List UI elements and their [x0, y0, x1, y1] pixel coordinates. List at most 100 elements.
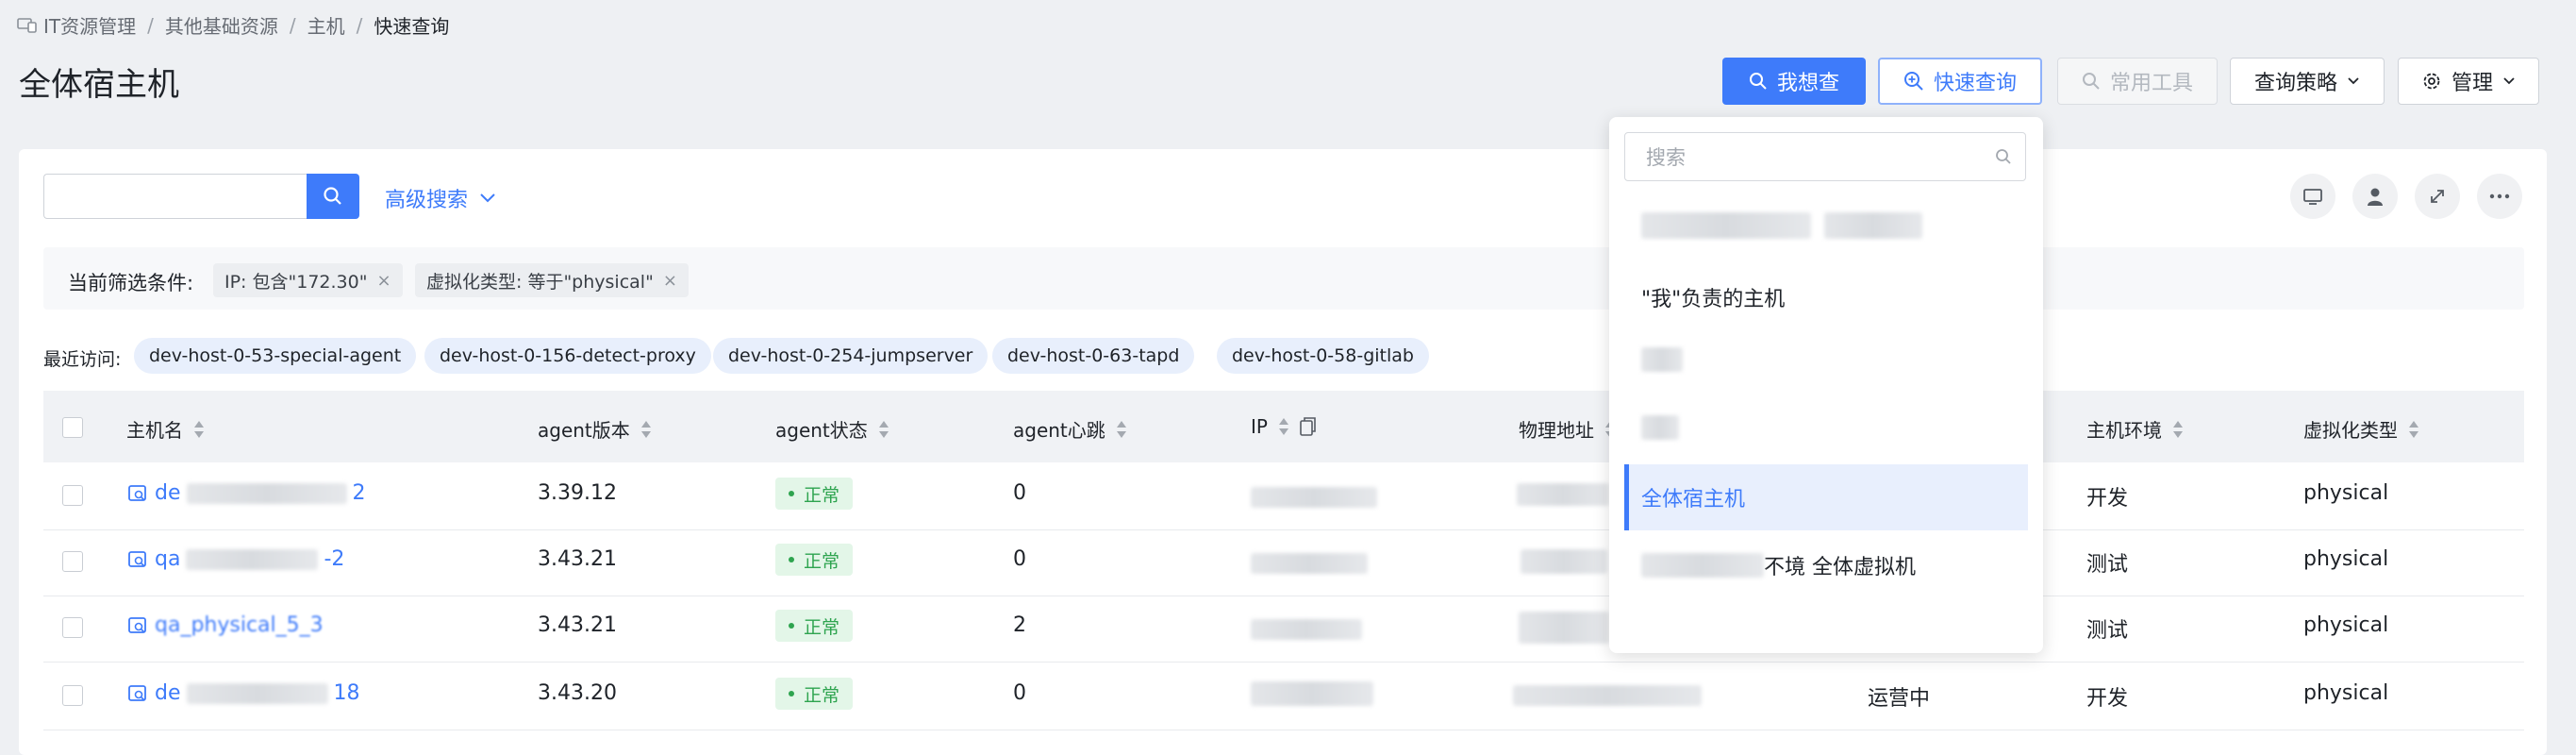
row-checkbox[interactable]	[62, 551, 83, 572]
breadcrumb-item-other[interactable]: 其他基础资源	[165, 11, 278, 39]
monitor-icon	[2303, 189, 2322, 205]
sort-icon[interactable]	[878, 419, 889, 440]
column-header-ip[interactable]: IP	[1251, 415, 1317, 438]
redacted-text	[1824, 212, 1922, 239]
sort-icon[interactable]	[194, 419, 204, 440]
column-label: agent版本	[538, 419, 630, 442]
it-resource-icon	[17, 17, 37, 33]
dropdown-search-input[interactable]: 搜索	[1624, 132, 2026, 181]
column-header-virt-type[interactable]: 虚拟化类型	[2303, 415, 2418, 443]
column-label: 主机环境	[2086, 419, 2162, 442]
hostname-text: qa_physical_5_3	[155, 613, 324, 637]
recent-item[interactable]: dev-host-0-63-tapd	[992, 338, 1195, 374]
select-all-checkbox[interactable]	[62, 417, 83, 438]
search-icon	[1996, 149, 2011, 164]
dropdown-item-my-hosts[interactable]: "我"负责的主机	[1624, 264, 2028, 330]
sort-icon[interactable]	[640, 419, 651, 440]
common-tools-button[interactable]: 常用工具	[2057, 58, 2218, 105]
agent-heartbeat: 2	[1013, 613, 1026, 637]
redacted-ip	[1251, 553, 1368, 574]
breadcrumb-item-host[interactable]: 主机	[307, 11, 345, 39]
hostname-link[interactable]: de 18	[126, 681, 360, 705]
host-env: 开发	[2086, 487, 2129, 511]
sort-icon[interactable]	[2173, 419, 2183, 440]
i-want-query-button[interactable]: 我想查	[1722, 58, 1866, 105]
more-button[interactable]	[2477, 174, 2522, 219]
column-header-physical-address[interactable]: 物理地址	[1519, 415, 1615, 443]
agent-version: 3.39.12	[538, 481, 617, 505]
agent-heartbeat: 0	[1013, 681, 1026, 705]
breadcrumb-separator: /	[289, 13, 296, 37]
manage-button[interactable]: 管理	[2398, 58, 2539, 105]
breadcrumb-current: 快速查询	[374, 15, 450, 38]
user-icon	[2368, 188, 2383, 206]
chevron-down-icon	[2348, 77, 2359, 85]
hostname-text: qa	[155, 547, 181, 571]
fullscreen-button[interactable]	[2415, 174, 2460, 219]
chevron-down-icon	[480, 193, 495, 203]
breadcrumb-item-it[interactable]: IT资源管理	[43, 11, 136, 39]
row-checkbox[interactable]	[62, 617, 83, 638]
dropdown-item-all-vms[interactable]: 不境 全体虚拟机	[1624, 532, 2028, 598]
recent-item[interactable]: dev-host-0-254-jumpserver	[713, 338, 989, 374]
redacted-text	[1641, 212, 1811, 239]
redacted-text	[186, 682, 328, 704]
redacted-text	[1641, 347, 1683, 372]
quick-query-button[interactable]: 快速查询	[1878, 58, 2042, 105]
host-icon	[128, 684, 146, 701]
status-dot	[789, 623, 794, 629]
host-env: 开发	[2086, 687, 2129, 711]
close-icon[interactable]: ×	[663, 271, 677, 291]
hostname-link[interactable]: qa_physical_5_3	[126, 613, 324, 637]
filter-chip-label: 虚拟化类型: 等于"physical"	[426, 271, 654, 293]
dropdown-search-placeholder: 搜索	[1646, 146, 1686, 169]
column-header-hostname[interactable]: 主机名	[126, 415, 204, 443]
sort-icon[interactable]	[1116, 419, 1126, 440]
column-header-host-env[interactable]: 主机环境	[2086, 415, 2183, 443]
row-checkbox[interactable]	[62, 685, 83, 706]
column-header-agent-status[interactable]: agent状态	[775, 415, 889, 443]
recent-item[interactable]: dev-host-0-58-gitlab	[1217, 338, 1429, 374]
recent-item[interactable]: dev-host-0-156-detect-proxy	[424, 338, 711, 374]
dropdown-item-all-hosts[interactable]: 全体宿主机	[1624, 464, 2028, 530]
hostname-text: 2	[352, 481, 366, 505]
gear-icon	[2423, 73, 2440, 90]
search-button[interactable]	[307, 174, 359, 219]
hostname-link[interactable]: qa -2	[126, 547, 344, 571]
column-header-agent-version[interactable]: agent版本	[538, 415, 651, 443]
redacted-address	[1517, 483, 1609, 506]
dropdown-item[interactable]	[1624, 394, 2028, 461]
filter-chip-ip[interactable]: IP: 包含"172.30" ×	[213, 263, 403, 297]
filter-chip-virt-type[interactable]: 虚拟化类型: 等于"physical" ×	[415, 263, 689, 297]
sort-icon[interactable]	[1278, 416, 1288, 437]
filter-chip-label: IP: 包含"172.30"	[224, 271, 368, 293]
host-env: 测试	[2086, 619, 2129, 643]
close-icon[interactable]: ×	[376, 271, 391, 291]
status-text: 正常	[804, 484, 840, 506]
advanced-search-toggle[interactable]: 高级搜索	[385, 183, 496, 213]
monitor-button[interactable]	[2290, 174, 2335, 219]
recent-item[interactable]: dev-host-0-53-special-agent	[134, 338, 417, 374]
status-dot	[789, 491, 794, 496]
column-header-agent-heartbeat[interactable]: agent心跳	[1013, 415, 1126, 443]
column-label: 物理地址	[1519, 419, 1594, 442]
user-button[interactable]	[2352, 174, 2398, 219]
redacted-text	[186, 482, 347, 504]
search-input[interactable]	[43, 174, 307, 219]
row-checkbox[interactable]	[62, 485, 83, 506]
query-strategy-button[interactable]: 查询策略	[2230, 58, 2385, 105]
status-dot	[789, 557, 794, 562]
more-icon	[2489, 193, 2510, 199]
hostname-text: -2	[324, 547, 345, 571]
row-divider	[43, 662, 2524, 663]
virt-type: physical	[2303, 547, 2389, 571]
hostname-link[interactable]: de 2	[126, 481, 366, 505]
copy-icon[interactable]	[1300, 416, 1317, 437]
search-icon	[1749, 73, 1767, 90]
dropdown-item[interactable]	[1624, 193, 2028, 259]
dropdown-item[interactable]	[1624, 327, 2028, 393]
quick-query-label: 快速查询	[1933, 72, 2017, 95]
virt-type: physical	[2303, 681, 2389, 705]
row-divider	[43, 529, 2524, 530]
sort-icon[interactable]	[2409, 419, 2418, 440]
